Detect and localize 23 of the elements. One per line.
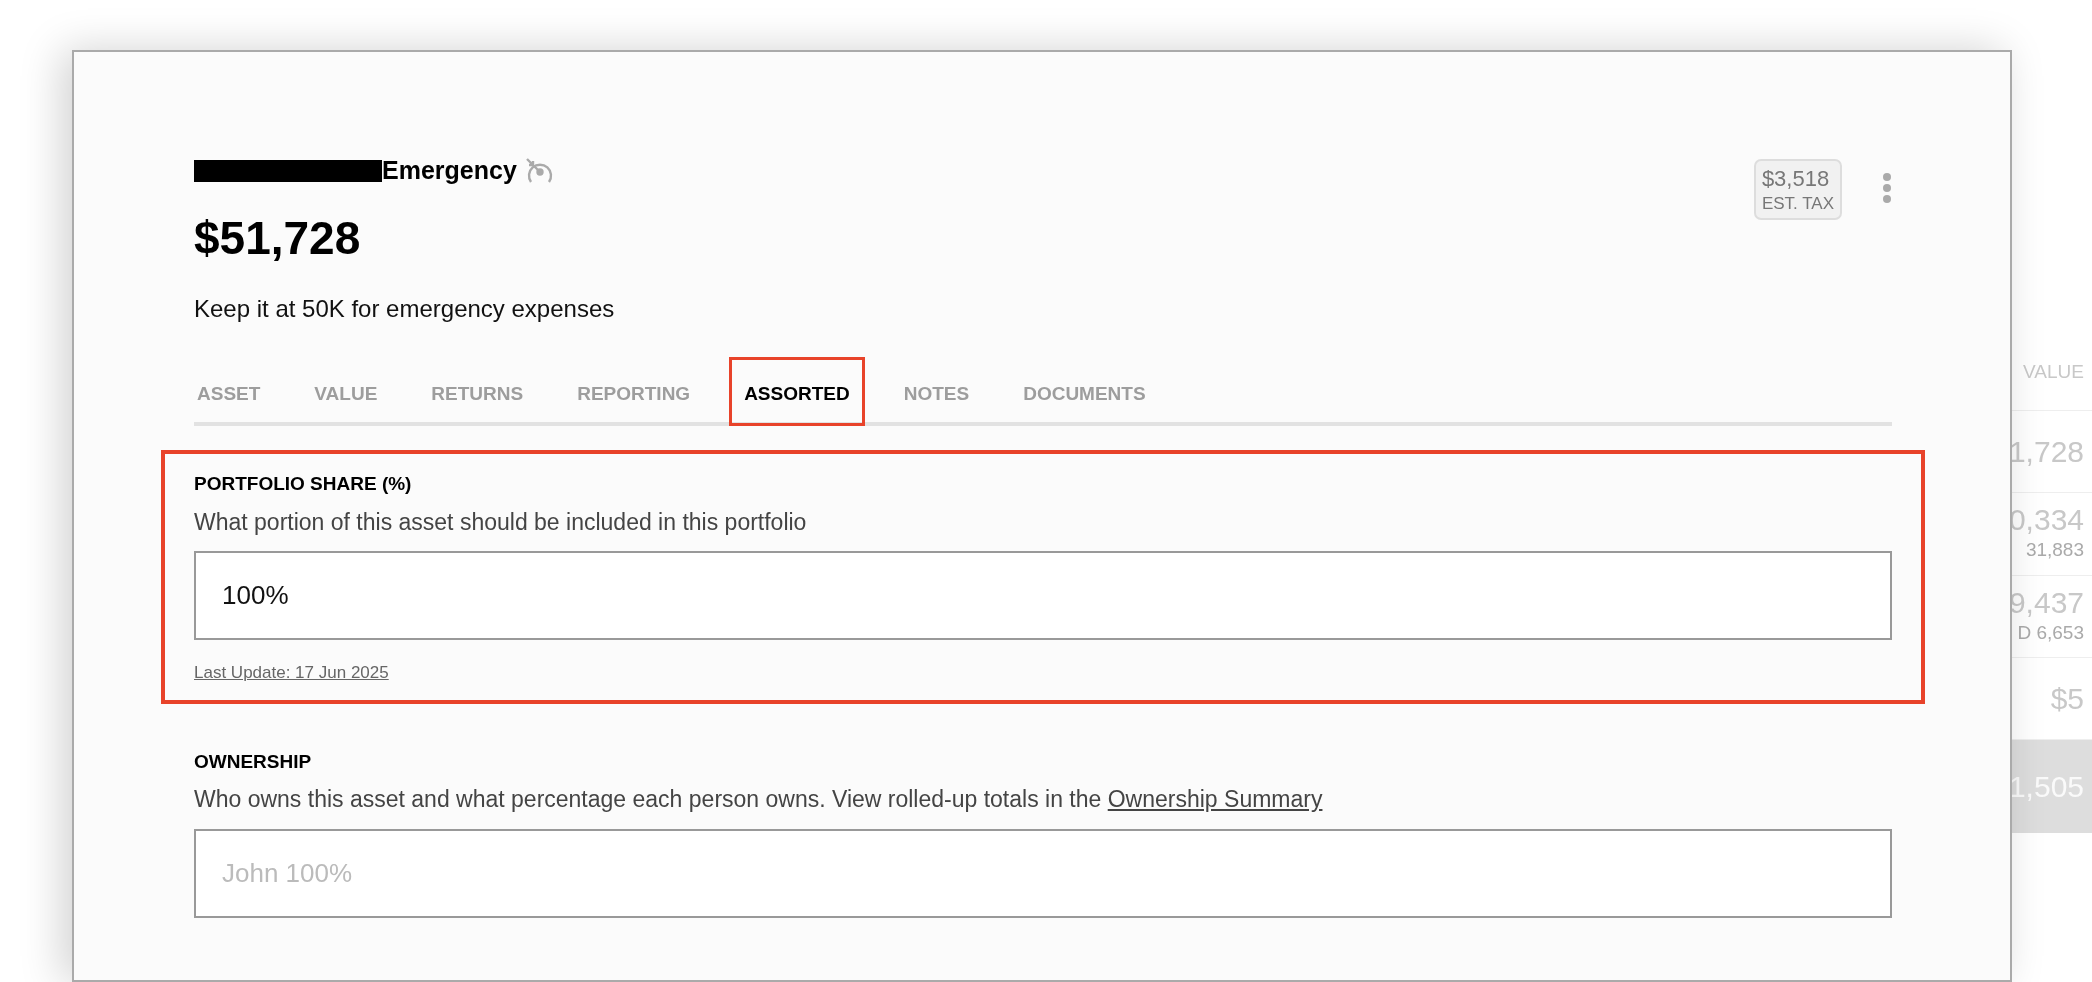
tab[interactable]: RETURNS xyxy=(416,356,539,422)
speedometer-icon xyxy=(524,156,555,185)
tab[interactable]: ASSET xyxy=(194,356,276,422)
asset-description: Keep it at 50K for emergency expenses xyxy=(194,293,615,324)
tab[interactable]: DOCUMENTS xyxy=(1008,356,1161,422)
asset-title: Emergency xyxy=(382,155,517,186)
table-cell-text: 31,883 xyxy=(2024,538,2084,562)
tax-badge: $3,518 EST. TAX xyxy=(1753,159,1842,220)
tab[interactable]: VALUE xyxy=(299,356,393,422)
tab[interactable]: REPORTING xyxy=(562,356,706,422)
more-options-icon[interactable] xyxy=(1882,172,1892,204)
tab[interactable]: NOTES xyxy=(888,356,985,422)
table-cell-text: D 6,653 xyxy=(2016,620,2084,645)
field-label: OWNERSHIP xyxy=(194,749,313,774)
input-field[interactable]: 100% xyxy=(194,551,1892,640)
tab[interactable]: ASSORTED xyxy=(729,356,865,426)
input-field[interactable]: John 100% xyxy=(194,828,1892,918)
last-update-link[interactable]: Last Update: 17 Jun 2025 xyxy=(194,660,389,686)
field-description: What portion of this asset should be included in this portfolio xyxy=(194,507,808,537)
field-label: PORTFOLIO SHARE (%) xyxy=(194,472,413,496)
summary-link[interactable]: Ownership Summary xyxy=(1107,786,1323,812)
asset-value: $51,728 xyxy=(194,210,362,266)
field-description: Who owns this asset and what percentage each person owns. View rolled-up totals in the Ownership Summary xyxy=(194,785,1324,814)
